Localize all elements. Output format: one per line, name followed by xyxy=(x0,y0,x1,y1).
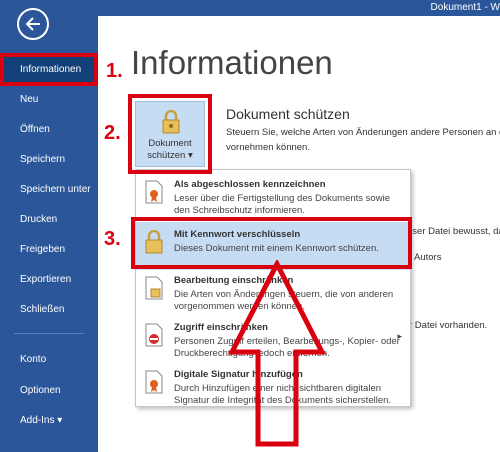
document-lock-icon xyxy=(145,276,163,300)
sidebar-item-schliessen[interactable]: Schließen xyxy=(0,296,98,324)
page-title: Informationen xyxy=(131,44,333,81)
menu-item-title: Als abgeschlossen kennzeichnen xyxy=(174,179,326,190)
sidebar-item-exportieren[interactable]: Exportieren xyxy=(0,266,98,294)
up-arrow-annotation-icon xyxy=(228,260,326,447)
sidebar-item-konto[interactable]: Konto xyxy=(0,346,98,374)
sidebar-item-neu[interactable]: Neu xyxy=(0,86,98,114)
title-bar: Dokument1 - W xyxy=(98,0,500,16)
sidebar-divider xyxy=(14,333,84,334)
back-button[interactable] xyxy=(17,8,49,40)
background-text-3: r Datei vorhanden. xyxy=(409,320,488,331)
section-title: Dokument schützen xyxy=(226,106,350,122)
menu-item-mark-final[interactable]: Als abgeschlossen kennzeichnen Leser übe… xyxy=(136,172,410,220)
submenu-arrow-icon: ▸ xyxy=(397,331,402,341)
annotation-box-1 xyxy=(0,53,98,86)
sidebar-item-add-ins-label: Add-Ins xyxy=(20,415,55,426)
annotation-step-2: 2. xyxy=(104,122,121,144)
sidebar-item-speichern-unter[interactable]: Speichern unter xyxy=(0,176,98,204)
annotation-box-2 xyxy=(128,94,212,174)
sidebar-item-speichern[interactable]: Speichern xyxy=(0,146,98,174)
document-title: Dokument1 - W xyxy=(430,2,500,13)
sidebar-item-oeffnen[interactable]: Öffnen xyxy=(0,116,98,144)
sidebar-item-add-ins[interactable]: Add-Ins ▾ xyxy=(0,407,98,435)
document-signature-icon xyxy=(145,370,163,394)
document-ribbon-icon xyxy=(145,180,163,204)
chevron-down-icon: ▾ xyxy=(57,415,63,426)
annotation-step-3: 3. xyxy=(104,228,121,250)
back-arrow-icon xyxy=(25,17,40,31)
sidebar-item-freigeben[interactable]: Freigeben xyxy=(0,236,98,264)
background-text-2: Autors xyxy=(414,252,442,263)
sidebar-item-drucken[interactable]: Drucken xyxy=(0,206,98,234)
sidebar-item-optionen[interactable]: Optionen xyxy=(0,377,98,405)
document-restricted-icon xyxy=(145,323,163,347)
annotation-step-1: 1. xyxy=(106,60,123,82)
background-text-1: eser Datei bewusst, da xyxy=(407,226,500,237)
section-description: Steuern Sie, welche Arten von Änderungen… xyxy=(226,127,500,153)
menu-item-description: Leser über die Fertigstellung des Dokume… xyxy=(174,193,390,216)
